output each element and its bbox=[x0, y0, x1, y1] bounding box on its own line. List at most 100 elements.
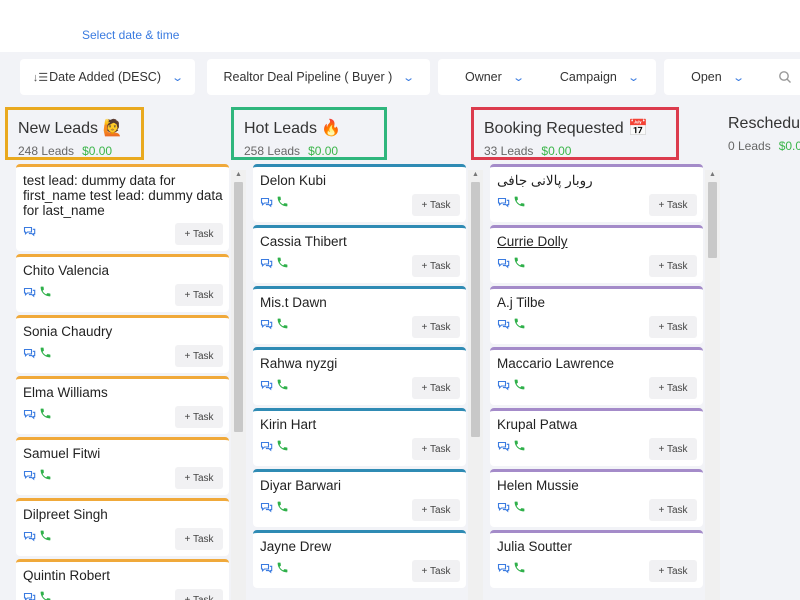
lead-card[interactable]: روبار پالانی جافی + Task bbox=[490, 164, 703, 222]
add-task-button[interactable]: + Task bbox=[175, 528, 223, 550]
lead-card[interactable]: Maccario Lawrence + Task bbox=[490, 347, 703, 405]
lead-name[interactable]: Maccario Lawrence bbox=[497, 356, 697, 371]
phone-icon[interactable] bbox=[513, 500, 526, 518]
lead-name[interactable]: Samuel Fitwi bbox=[23, 446, 223, 461]
phone-icon[interactable] bbox=[513, 378, 526, 396]
chat-icon[interactable] bbox=[260, 256, 273, 274]
campaign-filter[interactable]: Campaign ⌄ bbox=[542, 59, 656, 95]
add-task-button[interactable]: + Task bbox=[412, 499, 460, 521]
add-task-button[interactable]: + Task bbox=[412, 316, 460, 338]
scroll-thumb[interactable] bbox=[471, 182, 480, 437]
lead-card[interactable]: A.j Tilbe + Task bbox=[490, 286, 703, 344]
chat-icon[interactable] bbox=[497, 439, 510, 457]
add-task-button[interactable]: + Task bbox=[412, 377, 460, 399]
lead-card[interactable]: Chito Valencia + Task bbox=[16, 254, 229, 312]
lead-card[interactable]: Helen Mussie + Task bbox=[490, 469, 703, 527]
lead-name[interactable]: Sonia Chaudry bbox=[23, 324, 223, 339]
phone-icon[interactable] bbox=[513, 256, 526, 274]
chat-icon[interactable] bbox=[23, 224, 36, 242]
lead-name[interactable]: Krupal Patwa bbox=[497, 417, 697, 432]
chat-icon[interactable] bbox=[23, 285, 36, 303]
phone-icon[interactable] bbox=[39, 407, 52, 425]
lead-name[interactable]: Julia Soutter bbox=[497, 539, 697, 554]
lead-name[interactable]: Helen Mussie bbox=[497, 478, 697, 493]
lead-card[interactable]: Quintin Robert + Task bbox=[16, 559, 229, 600]
lead-card[interactable]: Currie Dolly + Task bbox=[490, 225, 703, 283]
phone-icon[interactable] bbox=[39, 529, 52, 547]
lead-card[interactable]: Delon Kubi + Task bbox=[253, 164, 466, 222]
phone-icon[interactable] bbox=[276, 195, 289, 213]
scroll-up-arrow[interactable]: ▲ bbox=[705, 170, 720, 180]
add-task-button[interactable]: + Task bbox=[649, 560, 697, 582]
lead-card[interactable]: Krupal Patwa + Task bbox=[490, 408, 703, 466]
add-task-button[interactable]: + Task bbox=[649, 377, 697, 399]
chat-icon[interactable] bbox=[260, 439, 273, 457]
phone-icon[interactable] bbox=[276, 256, 289, 274]
lead-card[interactable]: Dilpreet Singh + Task bbox=[16, 498, 229, 556]
add-task-button[interactable]: + Task bbox=[649, 316, 697, 338]
lead-card[interactable]: Samuel Fitwi + Task bbox=[16, 437, 229, 495]
lead-name[interactable]: Diyar Barwari bbox=[260, 478, 460, 493]
lead-name[interactable]: A.j Tilbe bbox=[497, 295, 697, 310]
chat-icon[interactable] bbox=[23, 407, 36, 425]
add-task-button[interactable]: + Task bbox=[175, 284, 223, 306]
phone-icon[interactable] bbox=[513, 317, 526, 335]
lead-card[interactable]: Mis.t Dawn + Task bbox=[253, 286, 466, 344]
chat-icon[interactable] bbox=[23, 529, 36, 547]
chat-icon[interactable] bbox=[497, 378, 510, 396]
chat-icon[interactable] bbox=[23, 590, 36, 600]
lead-name[interactable]: Currie Dolly bbox=[497, 234, 697, 249]
chat-icon[interactable] bbox=[23, 468, 36, 486]
add-task-button[interactable]: + Task bbox=[649, 438, 697, 460]
chat-icon[interactable] bbox=[497, 500, 510, 518]
lead-name[interactable]: Delon Kubi bbox=[260, 173, 460, 188]
add-task-button[interactable]: + Task bbox=[649, 255, 697, 277]
chat-icon[interactable] bbox=[260, 500, 273, 518]
lead-name[interactable]: Jayne Drew bbox=[260, 539, 460, 554]
phone-icon[interactable] bbox=[39, 468, 52, 486]
add-task-button[interactable]: + Task bbox=[175, 467, 223, 489]
chat-icon[interactable] bbox=[260, 195, 273, 213]
phone-icon[interactable] bbox=[39, 590, 52, 600]
pipeline-filter[interactable]: Realtor Deal Pipeline ( Buyer ) ⌄ bbox=[207, 59, 430, 95]
lead-card[interactable]: test lead: dummy data for first_name tes… bbox=[16, 164, 229, 251]
chat-icon[interactable] bbox=[260, 561, 273, 579]
lead-card[interactable]: Cassia Thibert + Task bbox=[253, 225, 466, 283]
chat-icon[interactable] bbox=[497, 256, 510, 274]
lead-name[interactable]: Dilpreet Singh bbox=[23, 507, 223, 522]
lead-name[interactable]: test lead: dummy data for first_name tes… bbox=[23, 173, 223, 218]
search-box[interactable] bbox=[762, 59, 800, 95]
add-task-button[interactable]: + Task bbox=[175, 345, 223, 367]
new-leads-scrollbar[interactable]: ▲ bbox=[231, 170, 246, 600]
phone-icon[interactable] bbox=[39, 346, 52, 364]
phone-icon[interactable] bbox=[276, 500, 289, 518]
add-task-button[interactable]: + Task bbox=[649, 499, 697, 521]
phone-icon[interactable] bbox=[513, 439, 526, 457]
add-task-button[interactable]: + Task bbox=[175, 589, 223, 600]
chat-icon[interactable] bbox=[497, 195, 510, 213]
date-time-link[interactable]: Select date & time bbox=[82, 28, 179, 42]
chat-icon[interactable] bbox=[260, 378, 273, 396]
phone-icon[interactable] bbox=[276, 439, 289, 457]
add-task-button[interactable]: + Task bbox=[412, 560, 460, 582]
lead-card[interactable]: Kirin Hart + Task bbox=[253, 408, 466, 466]
lead-card[interactable]: Rahwa nyzgi + Task bbox=[253, 347, 466, 405]
booking-requested-scrollbar[interactable]: ▲ bbox=[705, 170, 720, 600]
hot-leads-scrollbar[interactable]: ▲ bbox=[468, 170, 483, 600]
scroll-up-arrow[interactable]: ▲ bbox=[468, 170, 483, 180]
phone-icon[interactable] bbox=[276, 317, 289, 335]
add-task-button[interactable]: + Task bbox=[649, 194, 697, 216]
add-task-button[interactable]: + Task bbox=[175, 406, 223, 428]
add-task-button[interactable]: + Task bbox=[175, 223, 223, 245]
scroll-up-arrow[interactable]: ▲ bbox=[231, 170, 246, 180]
lead-card[interactable]: Jayne Drew + Task bbox=[253, 530, 466, 588]
sort-filter[interactable]: ↓☰ Date Added (DESC) ⌄ bbox=[20, 59, 195, 95]
phone-icon[interactable] bbox=[276, 561, 289, 579]
lead-name[interactable]: Elma Williams bbox=[23, 385, 223, 400]
scroll-thumb[interactable] bbox=[234, 182, 243, 432]
phone-icon[interactable] bbox=[513, 561, 526, 579]
add-task-button[interactable]: + Task bbox=[412, 438, 460, 460]
status-filter[interactable]: Open ⌄ bbox=[664, 59, 770, 95]
lead-name[interactable]: Chito Valencia bbox=[23, 263, 223, 278]
scroll-thumb[interactable] bbox=[708, 182, 717, 258]
